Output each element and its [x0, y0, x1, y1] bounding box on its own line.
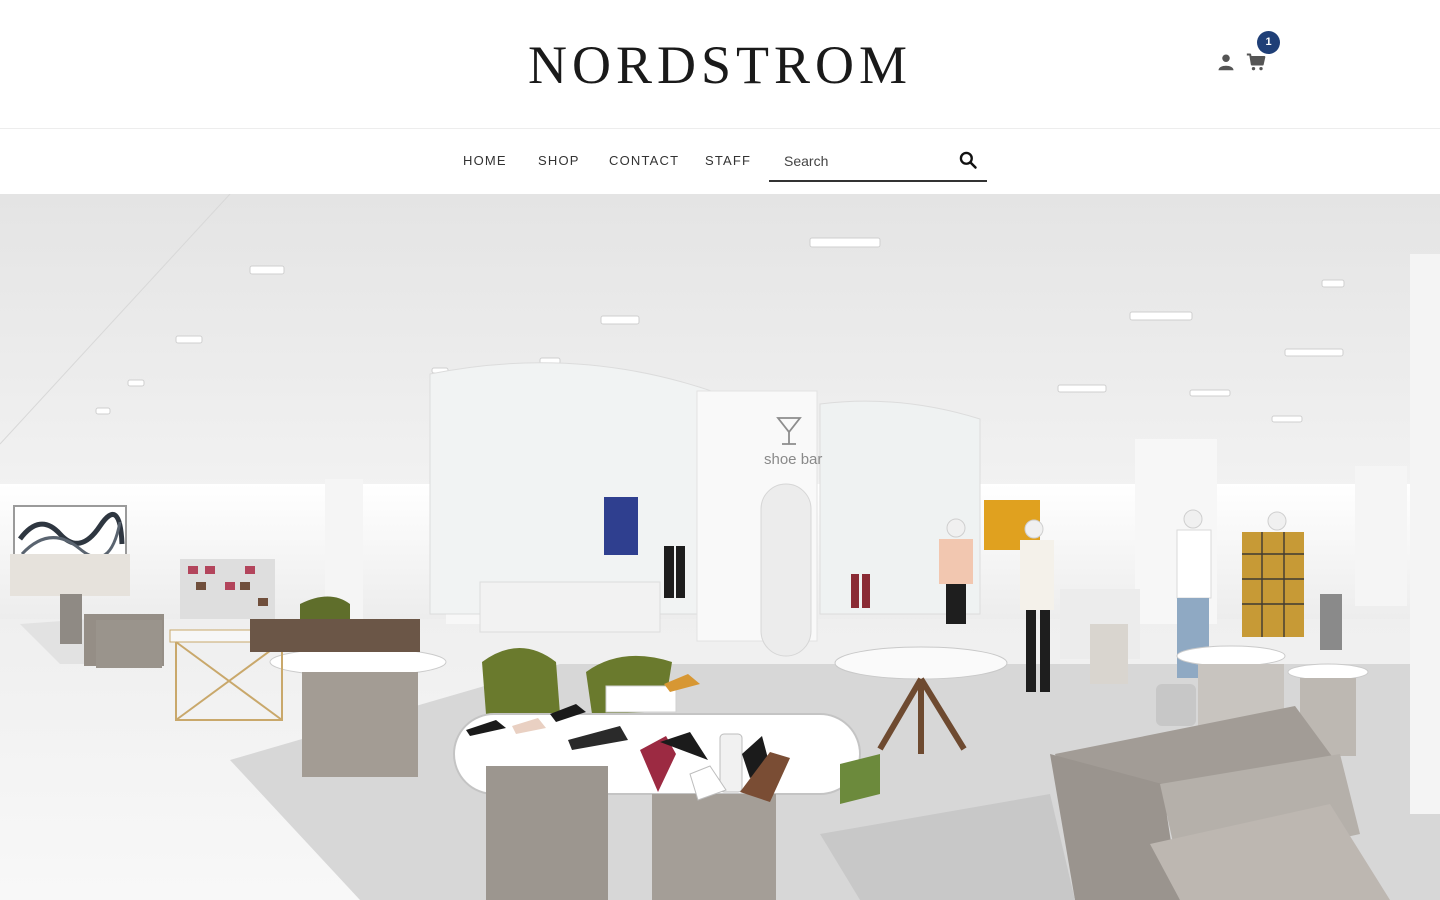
nav-item-shop[interactable]: SHOP: [538, 153, 580, 169]
cart-count-badge[interactable]: 1: [1257, 31, 1280, 54]
search-input[interactable]: [769, 147, 949, 175]
hero-image: shoe bar: [0, 194, 1440, 900]
search-icon[interactable]: [958, 150, 978, 170]
search-box: [769, 143, 987, 182]
nav-item-contact[interactable]: CONTACT: [609, 153, 679, 169]
nav-item-staff[interactable]: STAFF: [705, 153, 751, 169]
shopping-cart-icon[interactable]: [1246, 52, 1266, 72]
store-interior-illustration: [0, 194, 1440, 900]
main-nav: HOME SHOP CONTACT STAFF: [0, 129, 1440, 194]
site-header: NORDSTROM 1: [0, 0, 1440, 129]
nav-item-home[interactable]: HOME: [463, 153, 507, 169]
user-icon[interactable]: [1217, 53, 1235, 71]
shoe-bar-sign: shoe bar: [764, 451, 823, 468]
